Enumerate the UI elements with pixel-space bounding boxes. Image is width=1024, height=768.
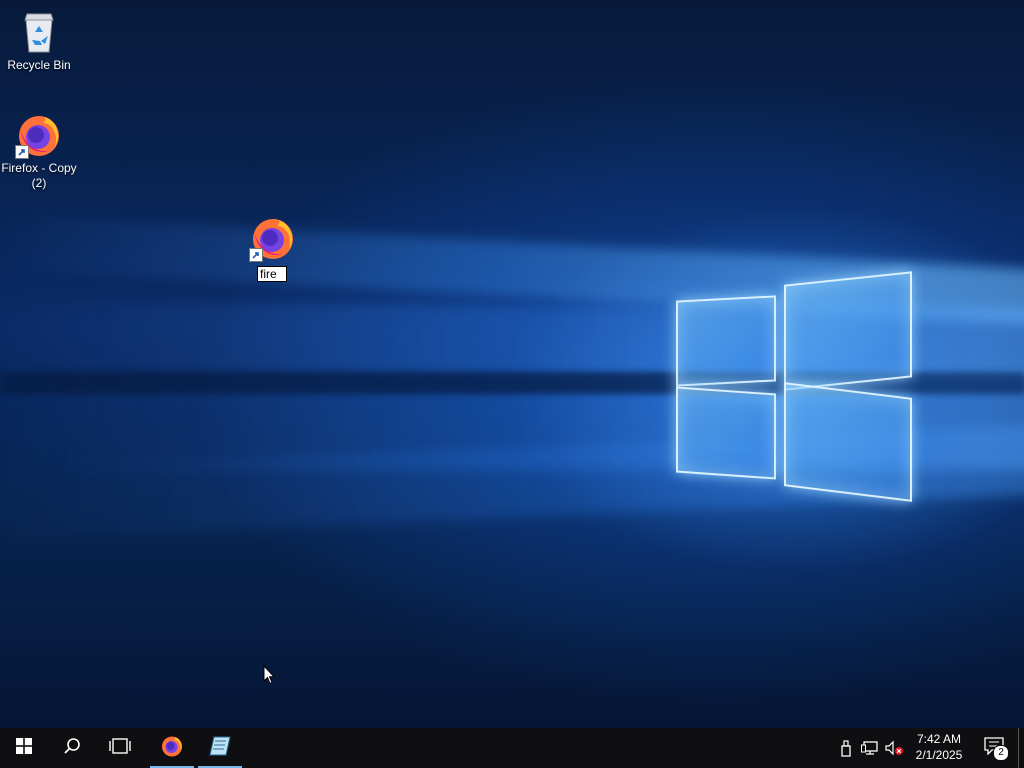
shortcut-arrow-icon bbox=[249, 248, 263, 262]
windows-logo-icon bbox=[16, 738, 32, 758]
wallpaper-logo-pane bbox=[676, 386, 776, 480]
search-button[interactable] bbox=[48, 728, 96, 768]
clock-date: 2/1/2025 bbox=[915, 748, 963, 762]
network-icon[interactable] bbox=[860, 738, 880, 758]
mouse-pointer-icon bbox=[263, 664, 276, 689]
desktop-icon-firefox-copy[interactable]: Firefox - Copy (2) bbox=[1, 111, 77, 191]
firefox-icon bbox=[15, 111, 63, 159]
usb-device-icon[interactable] bbox=[836, 738, 856, 758]
taskbar: 7:42 AM 2/1/2025 2 bbox=[0, 728, 1024, 768]
clock-time: 7:42 AM bbox=[916, 732, 962, 746]
desktop-icon-firefox-renaming[interactable] bbox=[235, 214, 311, 264]
shortcut-arrow-icon bbox=[15, 145, 29, 159]
show-desktop-button[interactable] bbox=[1018, 728, 1024, 768]
desktop[interactable]: Recycle Bin Firefox - Copy (2) bbox=[0, 0, 1024, 728]
task-view-button[interactable] bbox=[96, 728, 144, 768]
start-button[interactable] bbox=[0, 728, 48, 768]
taskbar-firefox-button[interactable] bbox=[148, 728, 196, 768]
firefox-icon bbox=[249, 214, 297, 262]
notification-count-badge: 2 bbox=[993, 745, 1009, 761]
wallpaper-logo-pane bbox=[784, 382, 912, 502]
search-icon bbox=[63, 737, 81, 759]
desktop-icon-label: Recycle Bin bbox=[7, 58, 71, 72]
firefox-icon bbox=[160, 734, 184, 762]
recycle-bin-icon bbox=[15, 8, 63, 56]
taskbar-notepad-button[interactable] bbox=[196, 728, 244, 768]
volume-muted-icon[interactable] bbox=[884, 738, 904, 758]
wallpaper-logo-pane bbox=[676, 295, 776, 387]
rename-input[interactable] bbox=[257, 266, 287, 282]
desktop-icon-label: Firefox - Copy (2) bbox=[1, 161, 77, 190]
task-view-icon bbox=[109, 738, 131, 758]
desktop-icon-recycle-bin[interactable]: Recycle Bin bbox=[1, 8, 77, 73]
notepad-icon bbox=[208, 734, 232, 762]
wallpaper-logo-pane bbox=[784, 271, 912, 391]
action-center-button[interactable]: 2 bbox=[976, 728, 1012, 768]
clock[interactable]: 7:42 AM 2/1/2025 bbox=[904, 731, 974, 765]
